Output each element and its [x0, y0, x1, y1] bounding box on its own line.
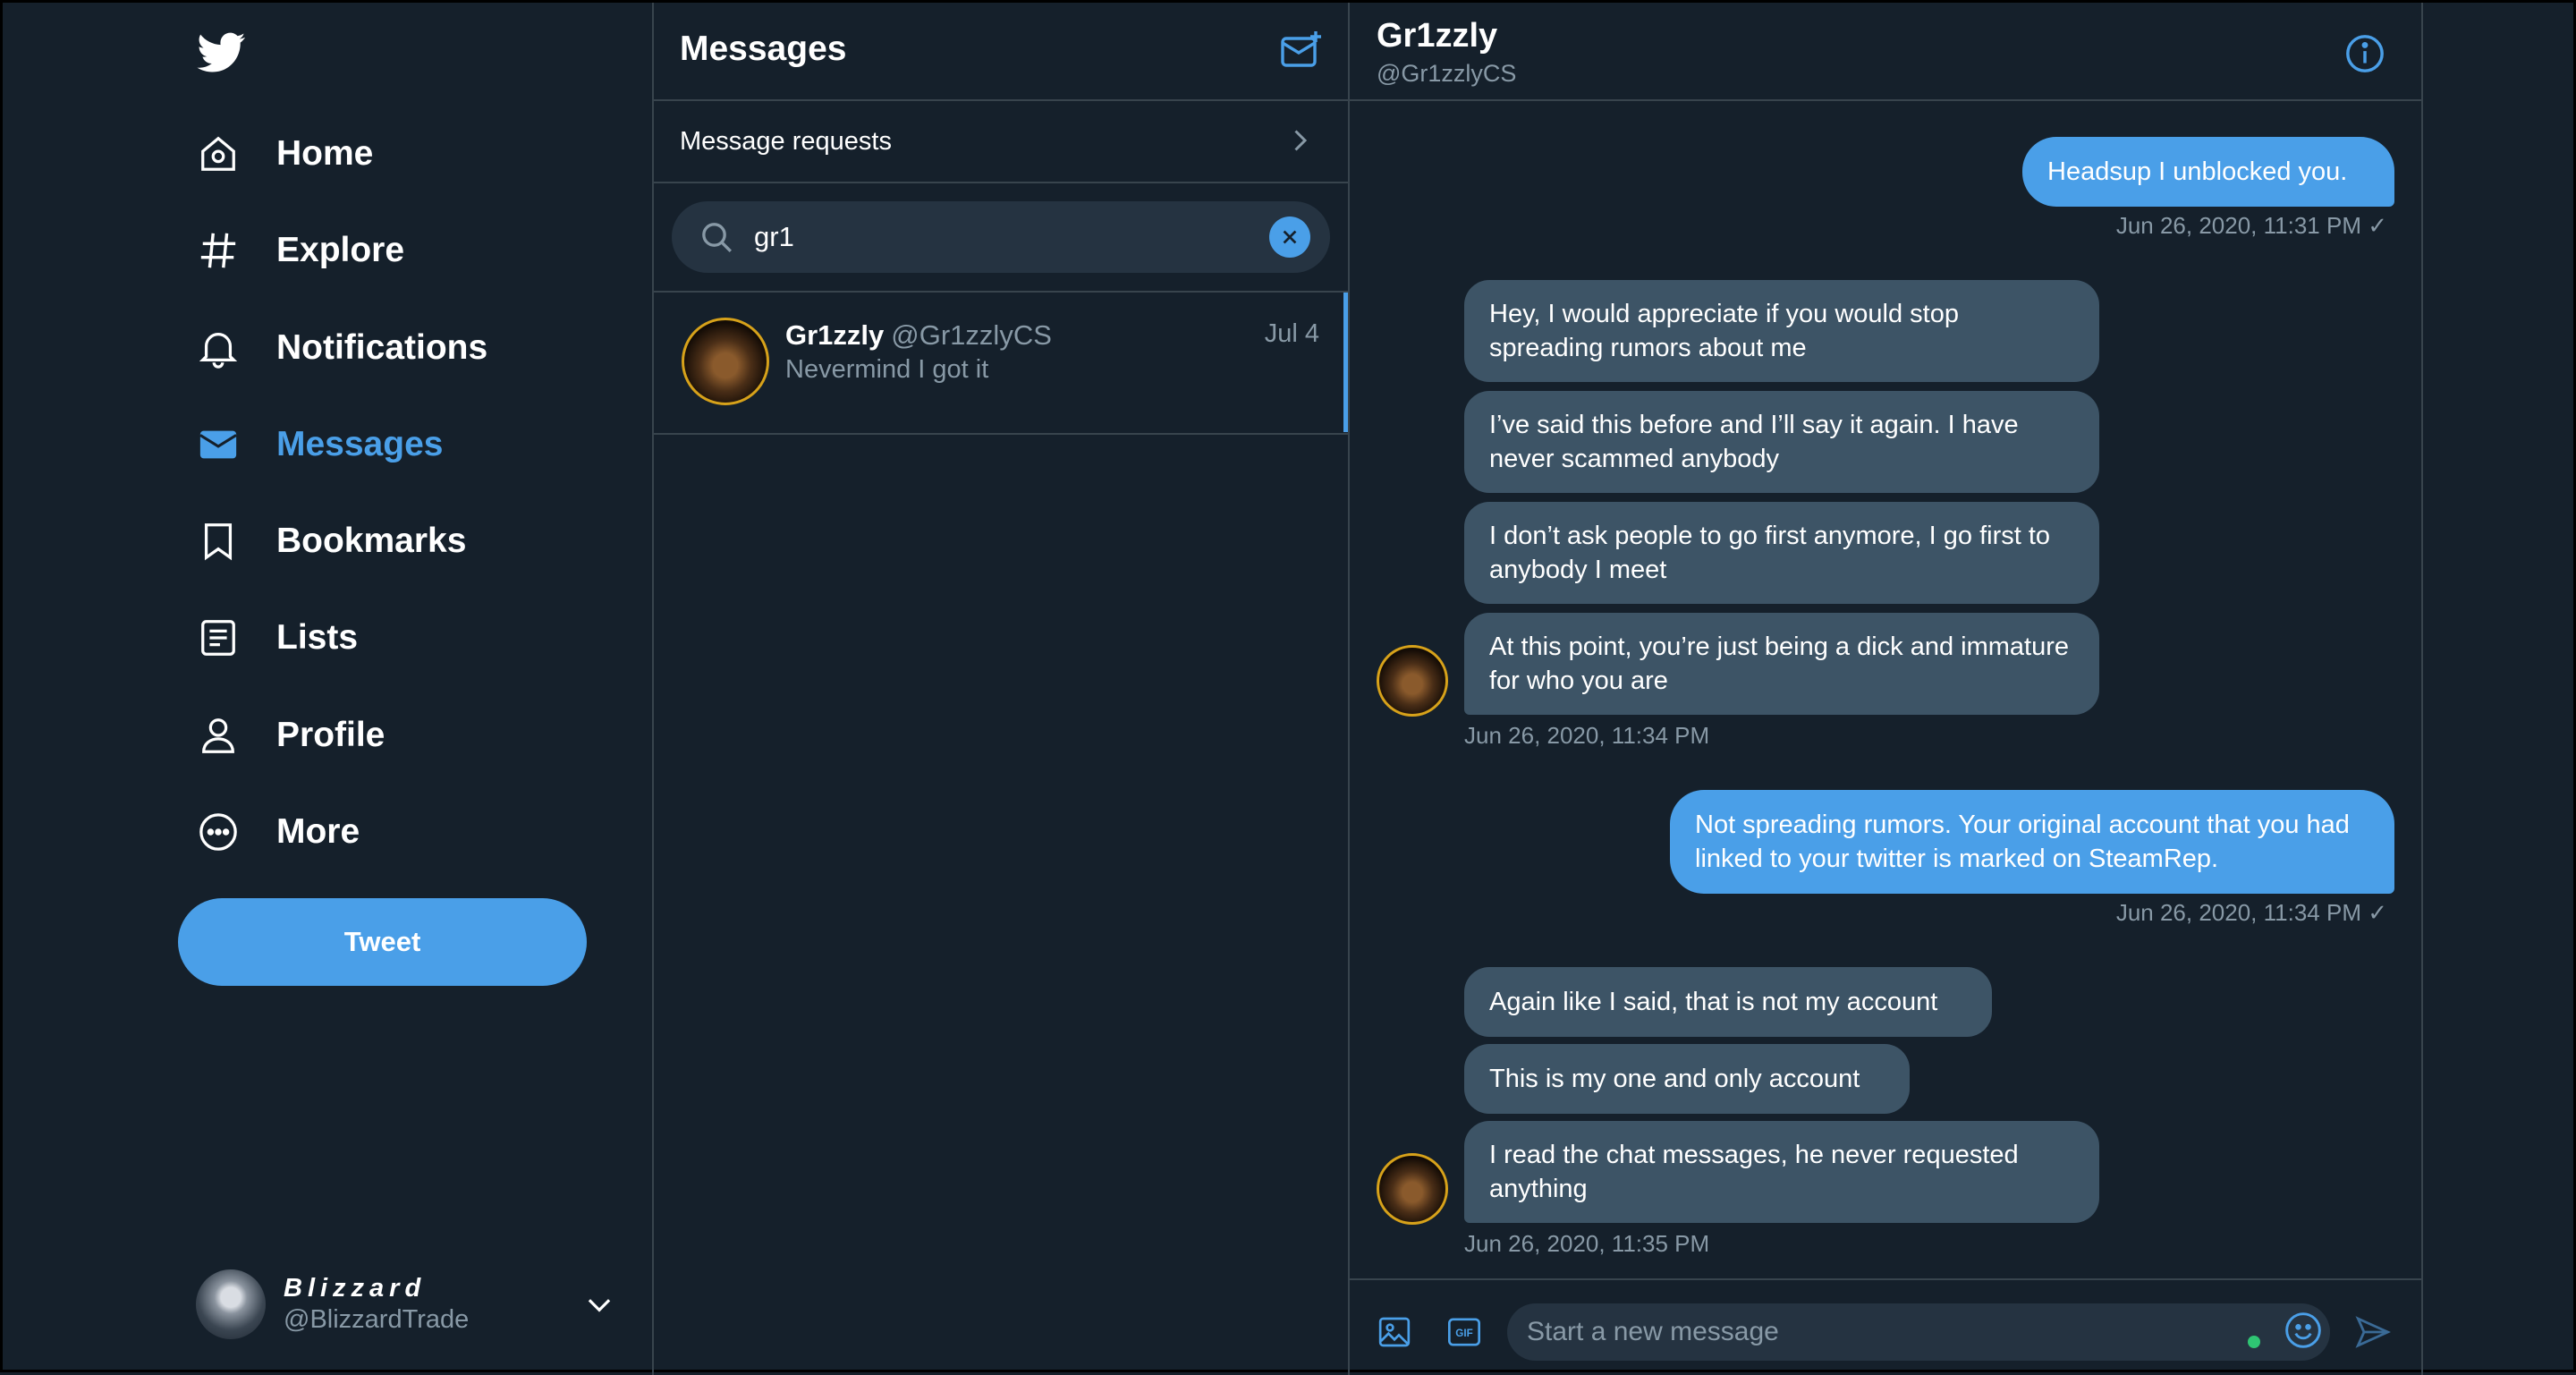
clear-search-button[interactable]: [1269, 216, 1310, 258]
chevron-down-icon: [588, 1299, 611, 1312]
nav-item-notifications[interactable]: Notifications: [196, 308, 487, 388]
twitter-bird-icon[interactable]: [194, 28, 250, 76]
message-timestamp: Jun 26, 2020, 11:34 PM ✓: [2115, 899, 2387, 926]
message-timestamp: Jun 26, 2020, 11:34 PM: [1464, 722, 1710, 749]
message-bubble-sent[interactable]: Headsup I unblocked you.: [2022, 137, 2394, 207]
nav-item-more[interactable]: More: [196, 792, 360, 872]
message-input[interactable]: [1507, 1303, 2330, 1361]
tweet-button[interactable]: Tweet: [178, 898, 587, 986]
conversation-name: Gr1zzly @Gr1zzlyCS: [785, 319, 1052, 351]
status-dot: [2248, 1336, 2260, 1348]
chat-header-name: Gr1zzly: [1377, 17, 1498, 55]
avatar: [1377, 645, 1448, 717]
nav-label-explore: Explore: [276, 231, 405, 269]
nav-label-profile: Profile: [276, 716, 386, 754]
gif-icon[interactable]: GIF: [1445, 1312, 1484, 1352]
nav-item-home[interactable]: Home: [196, 114, 373, 194]
sidebar-nav: Home Explore Notifications Messages Book…: [3, 3, 652, 1375]
nav-label-messages: Messages: [276, 425, 444, 463]
message-bubble-sent[interactable]: Not spreading rumors. Your original acco…: [1670, 790, 2394, 894]
divider: [654, 433, 1348, 435]
conversation-list-item[interactable]: Gr1zzly @Gr1zzlyCS Jul 4 Nevermind I got …: [654, 293, 1348, 432]
account-avatar: [196, 1269, 266, 1339]
hashtag-icon: [196, 228, 241, 273]
divider: [1350, 99, 2421, 101]
send-icon[interactable]: [2353, 1312, 2393, 1352]
bookmark-icon: [196, 519, 241, 564]
chat-header-handle: @Gr1zzlyCS: [1377, 60, 1517, 87]
chevron-right-icon: [1294, 130, 1308, 151]
nav-item-explore[interactable]: Explore: [196, 210, 404, 291]
list-icon: [196, 615, 241, 660]
divider: [1348, 3, 1350, 1375]
nav-label-bookmarks: Bookmarks: [276, 522, 467, 560]
conversation-date: Jul 4: [1264, 319, 1319, 348]
avatar: [1377, 1153, 1448, 1225]
account-handle: @BlizzardTrade: [284, 1305, 470, 1334]
divider: [2421, 3, 2423, 1375]
gif-label: GIF: [1455, 1328, 1472, 1339]
message-bubble-received[interactable]: I don’t ask people to go first anymore, …: [1464, 502, 2099, 604]
search-bar: [672, 201, 1330, 273]
message-timestamp: Jun 26, 2020, 11:31 PM ✓: [2115, 212, 2387, 239]
divider: [652, 3, 654, 1375]
nav-label-notifications: Notifications: [276, 328, 488, 367]
message-bubble-received[interactable]: Again like I said, that is not my accoun…: [1464, 967, 1992, 1037]
close-icon: [1283, 230, 1297, 244]
avatar: [682, 318, 769, 405]
message-bubble-received[interactable]: At this point, you’re just being a dick …: [1464, 613, 2099, 715]
account-switcher[interactable]: Blizzard @BlizzardTrade: [196, 1268, 616, 1341]
nav-label-more: More: [276, 812, 360, 851]
person-icon: [196, 713, 241, 758]
search-input[interactable]: [752, 220, 1269, 254]
nav-item-messages[interactable]: Messages: [196, 404, 443, 485]
nav-label-lists: Lists: [276, 618, 359, 657]
selected-indicator: [1343, 293, 1348, 432]
message-requests-row[interactable]: Message requests: [654, 101, 1348, 182]
bell-icon: [196, 326, 241, 370]
nav-label-home: Home: [276, 134, 374, 173]
message-bubble-received[interactable]: I’ve said this before and I’ll say it ag…: [1464, 391, 2099, 493]
messages-title: Messages: [680, 30, 847, 68]
conversation-handle: @Gr1zzlyCS: [891, 319, 1052, 351]
nav-item-lists[interactable]: Lists: [196, 598, 358, 678]
conversation-preview: Nevermind I got it: [785, 355, 989, 384]
nav-item-bookmarks[interactable]: Bookmarks: [196, 501, 466, 581]
message-bubble-received[interactable]: I read the chat messages, he never reque…: [1464, 1121, 2099, 1223]
nav-item-profile[interactable]: Profile: [196, 695, 385, 776]
emoji-icon[interactable]: [2284, 1311, 2323, 1350]
message-bubble-received[interactable]: This is my one and only account: [1464, 1044, 1910, 1114]
message-composer: GIF: [1352, 1280, 2421, 1373]
account-display-name: Blizzard: [284, 1274, 427, 1303]
image-icon[interactable]: [1375, 1312, 1414, 1352]
app-window: Home Explore Notifications Messages Book…: [0, 0, 2576, 1375]
divider: [654, 182, 1348, 183]
info-icon[interactable]: [2344, 33, 2385, 74]
more-icon: [196, 810, 241, 854]
new-message-icon[interactable]: [1280, 30, 1323, 72]
message-requests-label: Message requests: [680, 126, 892, 156]
message-bubble-received[interactable]: Hey, I would appreciate if you would sto…: [1464, 280, 2099, 382]
envelope-icon: [196, 422, 241, 467]
home-icon: [196, 132, 241, 176]
message-timestamp: Jun 26, 2020, 11:35 PM: [1464, 1230, 1710, 1257]
search-icon: [702, 223, 733, 253]
